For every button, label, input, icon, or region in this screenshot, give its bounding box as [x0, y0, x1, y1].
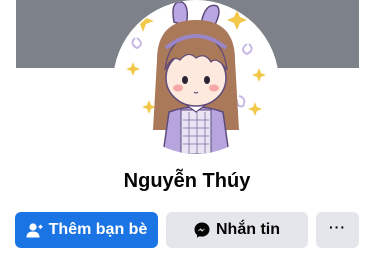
- person-plus-icon: [26, 222, 43, 238]
- message-button[interactable]: Nhắn tin: [166, 212, 308, 248]
- add-friend-label: Thêm bạn bè: [48, 221, 148, 238]
- messenger-icon: [194, 222, 210, 238]
- add-friend-button[interactable]: Thêm bạn bè: [15, 212, 158, 248]
- more-options-button[interactable]: ···: [316, 212, 359, 248]
- avatar[interactable]: [119, 0, 273, 154]
- ellipsis-icon: ···: [329, 219, 346, 235]
- profile-name: Nguyễn Thúy: [123, 170, 251, 192]
- message-label: Nhắn tin: [216, 221, 280, 238]
